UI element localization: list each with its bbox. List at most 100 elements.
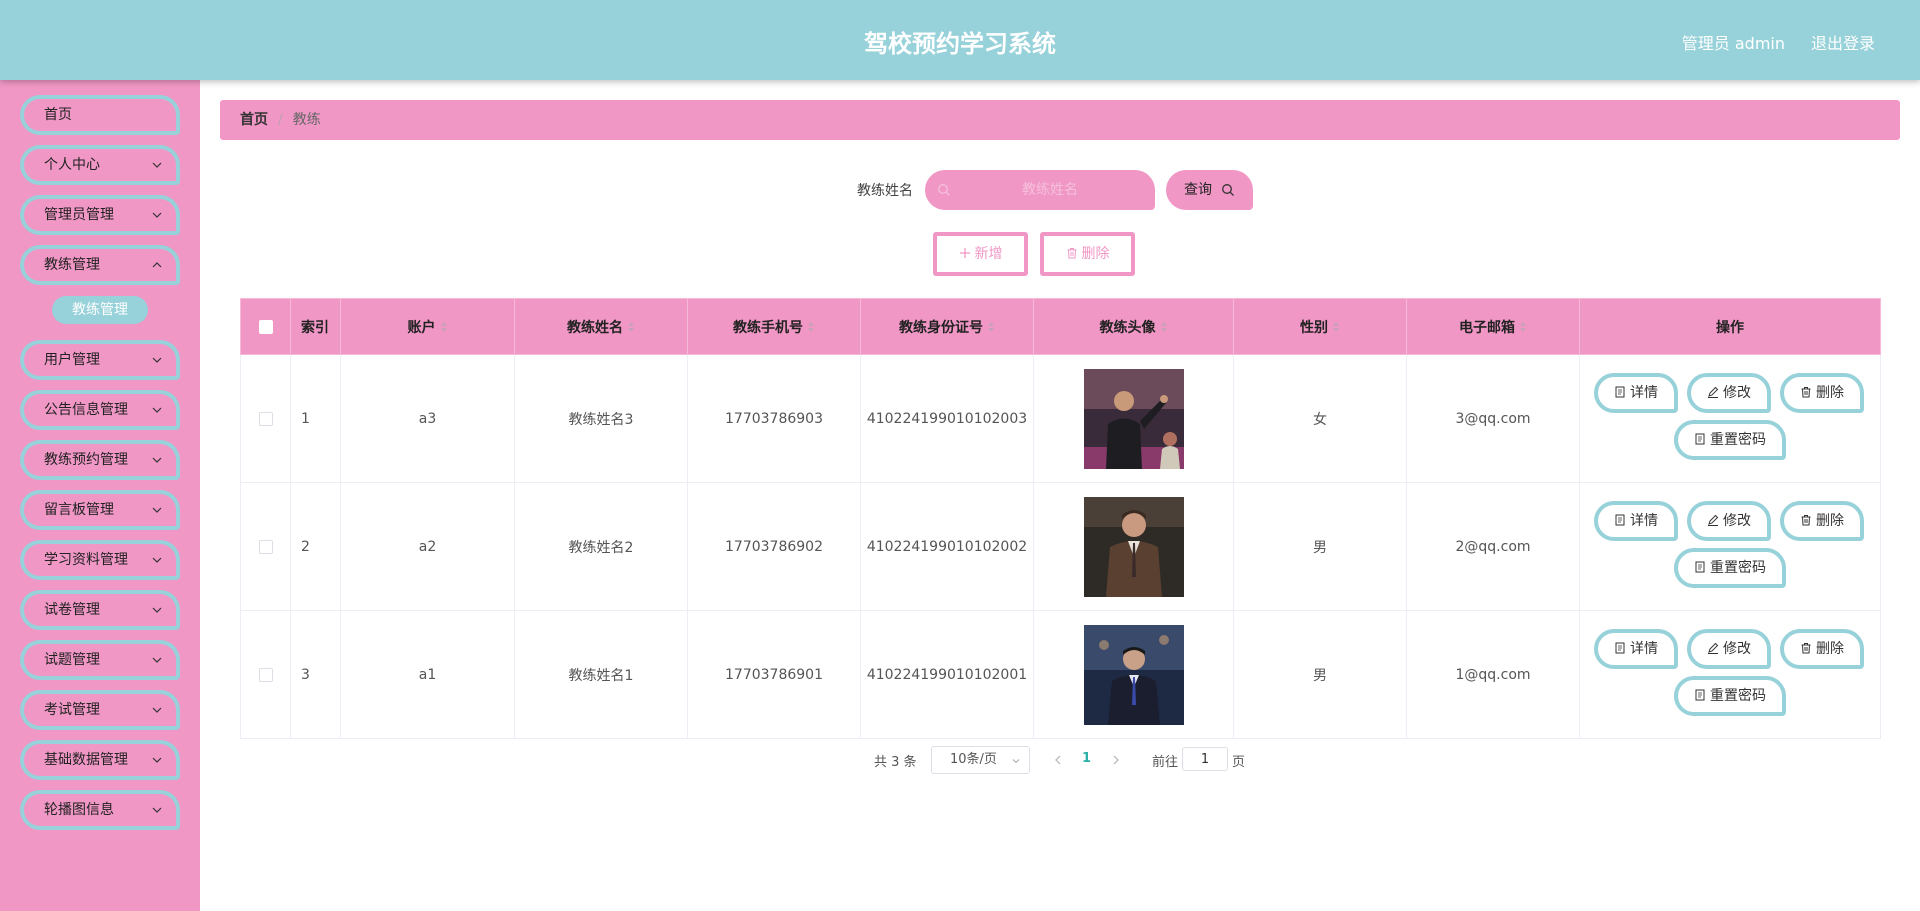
edit-button[interactable]: 修改 [1687,629,1771,669]
edit-button[interactable]: 修改 [1687,501,1771,541]
batch-delete-button[interactable]: 删除 [1040,232,1135,276]
header-email[interactable]: 电子邮箱 [1406,298,1580,355]
chevron-down-icon [152,357,162,363]
add-button-label: 新增 [974,246,1003,262]
breadcrumb-separator: / [278,112,283,128]
row-operations: 详情 修改 删除 重置密码 [1580,483,1880,610]
cell-gender: 男 [1233,482,1407,611]
pagination-total: 共 3 条 [874,755,917,770]
cell-avatar [1033,482,1234,611]
trash-icon [1801,643,1811,654]
page-size-select[interactable]: 10条/页 [931,746,1030,774]
header-index: 索引 [290,298,341,355]
cell-idcard: 410224199010102002 [860,482,1034,611]
search-input[interactable] [925,170,1155,210]
sidebar-item-label: 学习资料管理 [44,552,128,568]
cell-idcard: 410224199010102001 [860,610,1034,739]
sidebar-item-notices[interactable]: 公告信息管理 [20,390,180,430]
sidebar-item-messages[interactable]: 留言板管理 [20,490,180,530]
sidebar-item-coaches[interactable]: 教练管理 [20,245,180,285]
row-checkbox[interactable] [258,539,273,554]
header-idcard[interactable]: 教练身份证号 [860,298,1034,355]
sidebar-subitem-coach-manage[interactable]: 教练管理 [52,296,148,324]
row-select-cell[interactable] [240,610,291,739]
sort-icon[interactable] [987,321,995,333]
chevron-down-icon [152,212,162,218]
sort-icon[interactable] [1160,321,1168,333]
header-account[interactable]: 账户 [340,298,515,355]
coach-avatar-image[interactable] [1083,368,1184,469]
sidebar-item-bookings[interactable]: 教练预约管理 [20,440,180,480]
reset-password-button[interactable]: 重置密码 [1674,676,1786,716]
prev-page-icon[interactable] [1052,751,1064,769]
sidebar-item-label: 教练预约管理 [44,452,128,468]
table-row: 1 a3 教练姓名3 17703786903 41022419901010200… [240,354,1881,483]
coach-avatar-image[interactable] [1083,624,1184,725]
sidebar-item-papers[interactable]: 试卷管理 [20,590,180,630]
chevron-down-icon [152,507,162,513]
breadcrumb: 首页 / 教练 [220,100,1900,140]
header-gender[interactable]: 性别 [1233,298,1407,355]
cell-operations: 详情 修改 删除 重置密码 [1579,610,1881,739]
row-checkbox[interactable] [258,667,273,682]
reset-password-button-label: 重置密码 [1710,688,1766,704]
sidebar-item-label: 试卷管理 [44,602,100,618]
sidebar-item-label: 管理员管理 [44,207,114,223]
sidebar-item-carousel[interactable]: 轮播图信息 [20,790,180,830]
sidebar-item-users[interactable]: 用户管理 [20,340,180,380]
table-row: 2 a2 教练姓名2 17703786902 41022419901010200… [240,482,1881,611]
header-name[interactable]: 教练姓名 [514,298,688,355]
goto-page-input[interactable] [1182,747,1228,771]
header-label: 教练头像 [1099,319,1156,336]
trash-icon [1801,387,1811,398]
row-checkbox[interactable] [258,411,273,426]
reset-password-button[interactable]: 重置密码 [1674,548,1786,588]
cell-account: a1 [340,610,515,739]
header-phone[interactable]: 教练手机号 [687,298,861,355]
table-row: 3 a1 教练姓名1 17703786901 41022419901010200… [240,610,1881,739]
page-number-current[interactable]: 1 [1082,751,1091,766]
sidebar-item-profile[interactable]: 个人中心 [20,145,180,185]
header-avatar[interactable]: 教练头像 [1033,298,1234,355]
sidebar-item-exams[interactable]: 考试管理 [20,690,180,730]
sort-icon[interactable] [807,321,815,333]
logout-link[interactable]: 退出登录 [1811,30,1875,54]
delete-button[interactable]: 删除 [1780,373,1864,413]
sidebar-item-materials[interactable]: 学习资料管理 [20,540,180,580]
goto-label: 前往 [1152,755,1179,770]
sidebar-item-label: 轮播图信息 [44,802,114,818]
coach-avatar-image[interactable] [1083,496,1184,597]
delete-button[interactable]: 删除 [1780,501,1864,541]
trash-icon [1067,248,1076,259]
detail-button[interactable]: 详情 [1594,373,1678,413]
breadcrumb-home[interactable]: 首页 [240,112,268,128]
add-button[interactable]: 新增 [933,232,1028,276]
row-select-cell[interactable] [240,482,291,611]
cell-index: 2 [290,482,341,611]
row-select-cell[interactable] [240,354,291,483]
edit-button[interactable]: 修改 [1687,373,1771,413]
detail-button[interactable]: 详情 [1594,501,1678,541]
sidebar-item-questions[interactable]: 试题管理 [20,640,180,680]
delete-button[interactable]: 删除 [1780,629,1864,669]
next-page-icon[interactable] [1110,751,1122,769]
sidebar-item-home[interactable]: 首页 [20,95,180,135]
sort-icon[interactable] [440,321,448,333]
edit-button-label: 修改 [1723,513,1751,529]
batch-delete-button-label: 删除 [1081,246,1110,262]
select-all-checkbox[interactable] [258,319,273,334]
query-button[interactable]: 查询 [1166,170,1253,210]
cell-operations: 详情 修改 删除 重置密码 [1579,482,1881,611]
top-header: 驾校预约学习系统 管理员 admin 退出登录 [0,0,1920,80]
reset-password-button[interactable]: 重置密码 [1674,420,1786,460]
edit-icon [1708,514,1719,526]
cell-email: 3@qq.com [1406,354,1580,483]
select-all-cell[interactable] [240,298,291,355]
sidebar-item-admins[interactable]: 管理员管理 [20,195,180,235]
detail-button[interactable]: 详情 [1594,629,1678,669]
sort-icon[interactable] [627,321,635,333]
sort-icon[interactable] [1519,321,1527,333]
detail-button-label: 详情 [1630,513,1658,529]
sort-icon[interactable] [1332,321,1340,333]
delete-button-label: 删除 [1816,385,1844,401]
